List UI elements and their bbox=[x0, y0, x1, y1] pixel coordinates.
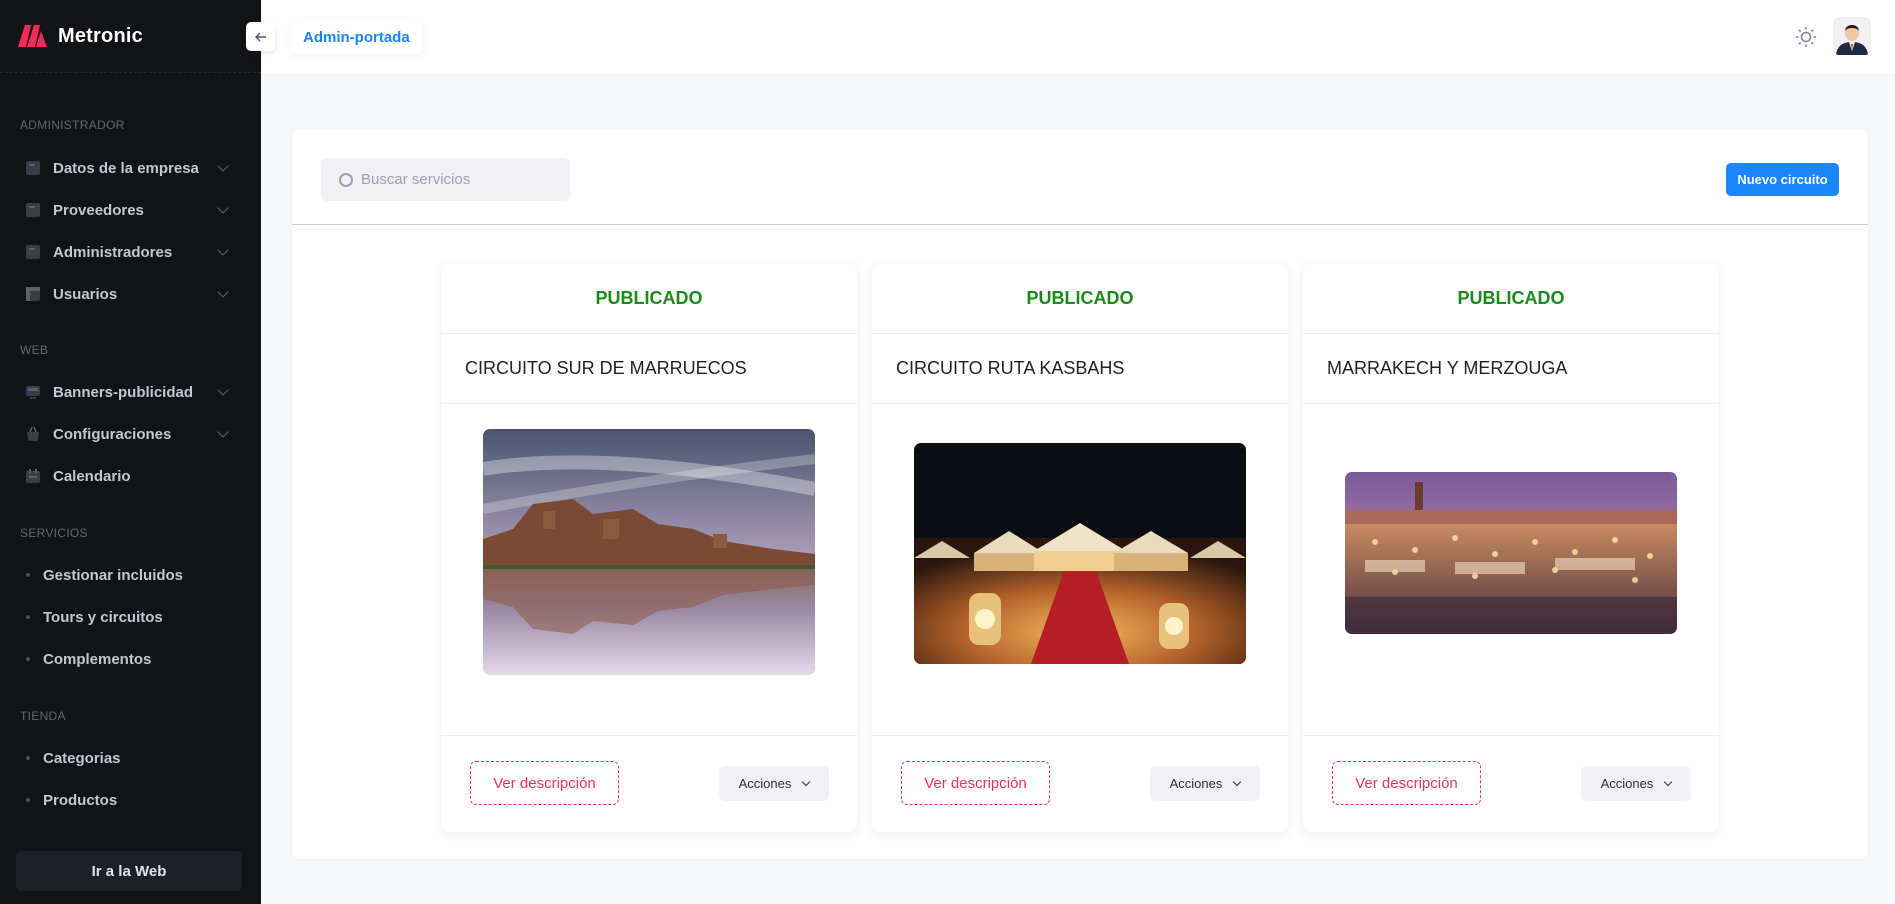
section-web: WEB bbox=[20, 343, 49, 357]
tour-title: CIRCUITO SUR DE MARRUECOS bbox=[441, 334, 857, 404]
sidebar-item-label: Gestionar incluidos bbox=[43, 566, 184, 584]
bullet-icon bbox=[26, 657, 30, 661]
user-avatar-icon bbox=[1833, 17, 1871, 55]
marrakech-market-image bbox=[1345, 472, 1677, 634]
card-toolbar: Nuevo circuito bbox=[292, 129, 1868, 225]
breadcrumb[interactable]: Admin-portada bbox=[291, 20, 422, 54]
avatar[interactable] bbox=[1833, 17, 1871, 55]
tour-image-area bbox=[441, 404, 857, 736]
tour-title: MARRAKECH Y MERZOUGA bbox=[1303, 334, 1719, 404]
new-circuit-button[interactable]: Nuevo circuito bbox=[1726, 163, 1839, 196]
sidebar-item-label: Calendario bbox=[53, 467, 131, 485]
layout-icon bbox=[26, 287, 40, 301]
tour-image bbox=[914, 443, 1246, 664]
actions-dropdown[interactable]: Acciones bbox=[719, 766, 829, 801]
section-administrador: ADMINISTRADOR bbox=[20, 118, 125, 132]
search-input[interactable] bbox=[361, 171, 551, 188]
view-description-button[interactable]: Ver descripción bbox=[470, 761, 619, 805]
sidebar-item-label: Administradores bbox=[53, 243, 173, 261]
chevron-down-icon bbox=[1233, 777, 1242, 786]
calendar-icon bbox=[26, 469, 40, 483]
tour-image-area bbox=[1303, 404, 1719, 736]
chevron-down-icon bbox=[217, 426, 229, 438]
search-box[interactable] bbox=[321, 158, 570, 201]
bullet-icon bbox=[26, 573, 30, 577]
kasbah-landscape-image bbox=[483, 429, 815, 675]
desert-camp-image bbox=[914, 443, 1246, 664]
tour-card: PUBLICADO MARRAKECH Y MERZOUGA Ver descr… bbox=[1303, 264, 1719, 832]
view-description-button[interactable]: Ver descripción bbox=[901, 761, 1050, 805]
basket-icon bbox=[27, 426, 39, 441]
sidebar-item-configuraciones[interactable]: Configuraciones bbox=[0, 413, 261, 455]
bullet-icon bbox=[26, 756, 30, 760]
bullet-icon bbox=[26, 798, 30, 802]
bullet-icon bbox=[26, 615, 30, 619]
sidebar-item-proveedores[interactable]: Proveedores bbox=[0, 189, 261, 231]
sidebar-item-label: Complementos bbox=[43, 650, 152, 668]
sidebar-item-label: Configuraciones bbox=[53, 425, 172, 443]
chevron-down-icon bbox=[217, 160, 229, 172]
metronic-logo-icon bbox=[18, 25, 47, 47]
sidebar-item-complementos[interactable]: Complementos bbox=[0, 638, 261, 680]
chevron-down-icon bbox=[217, 384, 229, 396]
tour-image-area bbox=[872, 404, 1288, 736]
sidebar-collapse-button[interactable] bbox=[246, 22, 275, 51]
chevron-down-icon bbox=[802, 777, 811, 786]
go-to-web-button[interactable]: Ir a la Web bbox=[16, 851, 242, 891]
section-servicios: SERVICIOS bbox=[20, 526, 88, 540]
view-description-button[interactable]: Ver descripción bbox=[1332, 761, 1481, 805]
sidebar-item-administradores[interactable]: Administradores bbox=[0, 231, 261, 273]
arrow-left-icon bbox=[254, 31, 266, 42]
document-icon bbox=[26, 203, 40, 217]
brand-name: Metronic bbox=[58, 24, 143, 47]
monitor-icon bbox=[26, 386, 40, 399]
sidebar-item-calendario[interactable]: Calendario bbox=[0, 455, 261, 497]
chevron-down-icon bbox=[217, 244, 229, 256]
tour-image bbox=[483, 429, 815, 675]
actions-dropdown[interactable]: Acciones bbox=[1581, 766, 1691, 801]
chevron-down-icon bbox=[1664, 777, 1673, 786]
tour-card: PUBLICADO CIRCUITO RUTA KASBAHS Ver desc… bbox=[872, 264, 1288, 832]
document-icon bbox=[26, 245, 40, 259]
sidebar-item-banners[interactable]: Banners-publicidad bbox=[0, 371, 261, 413]
sidebar-item-categorias[interactable]: Categorias bbox=[0, 737, 261, 779]
topbar: Admin-portada bbox=[261, 0, 1895, 73]
sidebar-item-label: Tours y circuitos bbox=[43, 608, 163, 626]
status-badge: PUBLICADO bbox=[872, 264, 1288, 334]
section-tienda: TIENDA bbox=[20, 709, 66, 723]
sidebar-item-label: Productos bbox=[43, 791, 118, 809]
sidebar-item-label: Banners-publicidad bbox=[53, 383, 194, 401]
sidebar-item-gestionar-incluidos[interactable]: Gestionar incluidos bbox=[0, 554, 261, 596]
sidebar-item-datos-empresa[interactable]: Datos de la empresa bbox=[0, 147, 261, 189]
actions-dropdown[interactable]: Acciones bbox=[1150, 766, 1260, 801]
sun-icon[interactable] bbox=[1795, 26, 1817, 48]
sidebar-item-label: Proveedores bbox=[53, 201, 144, 219]
actions-label: Acciones bbox=[738, 776, 792, 791]
sidebar-item-productos[interactable]: Productos bbox=[0, 779, 261, 821]
brand-logo[interactable]: Metronic bbox=[0, 0, 261, 73]
actions-label: Acciones bbox=[1169, 776, 1223, 791]
sidebar-item-label: Categorias bbox=[43, 749, 121, 767]
tour-title: CIRCUITO RUTA KASBAHS bbox=[872, 334, 1288, 404]
sidebar-item-label: Datos de la empresa bbox=[53, 159, 199, 177]
sidebar-item-label: Usuarios bbox=[53, 285, 118, 303]
document-icon bbox=[26, 161, 40, 175]
actions-label: Acciones bbox=[1600, 776, 1654, 791]
sidebar-item-usuarios[interactable]: Usuarios bbox=[0, 273, 261, 315]
status-badge: PUBLICADO bbox=[1303, 264, 1719, 334]
sidebar: Metronic ADMINISTRADOR Datos de la empre… bbox=[0, 0, 261, 904]
sidebar-item-tours-circuitos[interactable]: Tours y circuitos bbox=[0, 596, 261, 638]
search-icon bbox=[339, 172, 353, 187]
chevron-down-icon bbox=[217, 286, 229, 298]
tour-image bbox=[1345, 472, 1677, 634]
chevron-down-icon bbox=[217, 202, 229, 214]
tour-card: PUBLICADO CIRCUITO SUR DE MARRUECOS Ver … bbox=[441, 264, 857, 832]
status-badge: PUBLICADO bbox=[441, 264, 857, 334]
